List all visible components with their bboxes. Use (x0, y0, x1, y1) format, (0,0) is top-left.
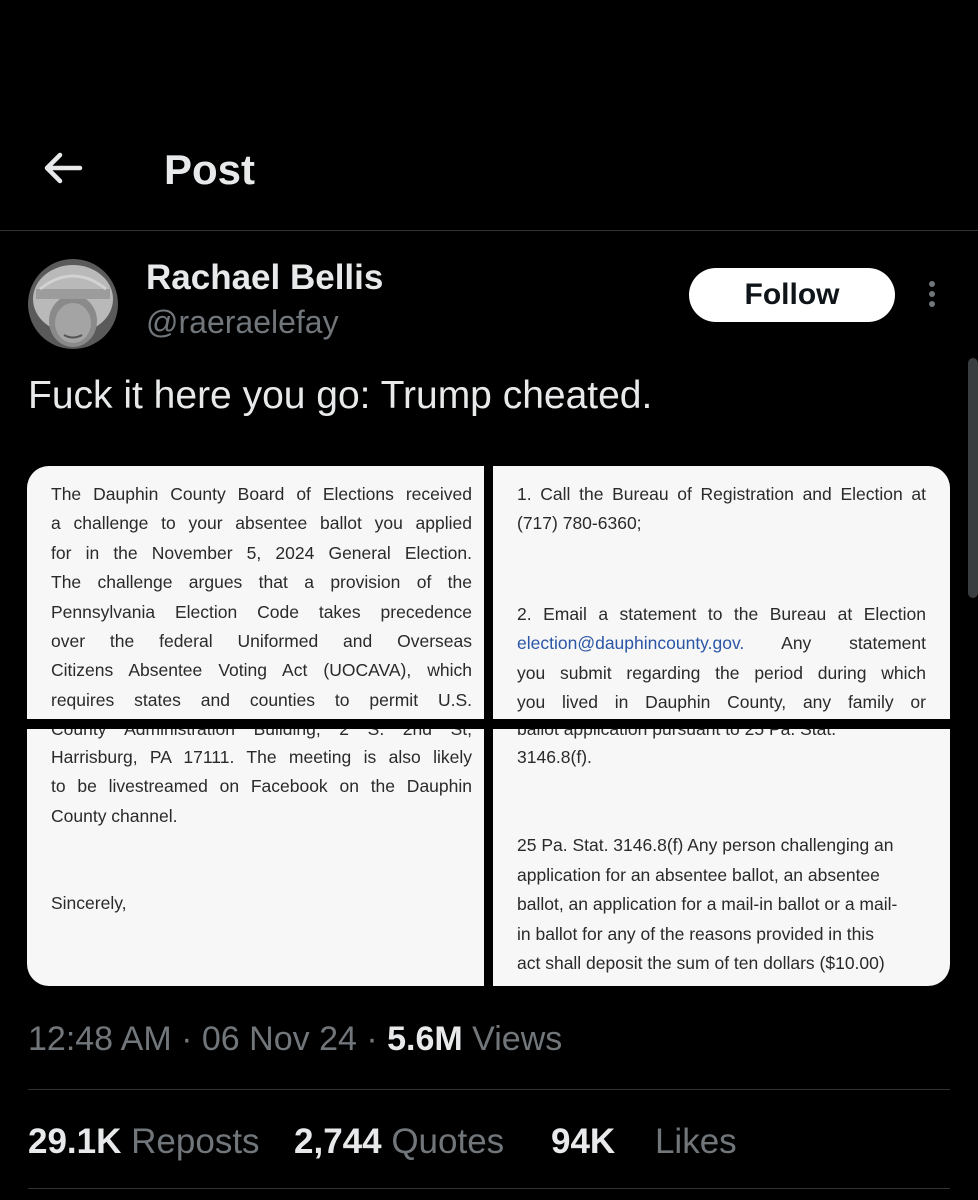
divider (28, 1089, 950, 1090)
document-line: act shall deposit the sum of ten dollars… (517, 953, 885, 974)
back-button[interactable] (40, 148, 88, 188)
quotes-stat[interactable]: 2,744 Quotes (294, 1122, 504, 1162)
avatar[interactable] (28, 259, 118, 349)
document-line: election@dauphincounty.gov. Any statemen… (517, 633, 926, 654)
email-link[interactable]: election@dauphincounty.gov. (517, 633, 744, 653)
document-line: 1. Call the Bureau of Registration and E… (517, 484, 926, 504)
more-vertical-icon (929, 281, 935, 307)
post-meta: 12:48 AM · 06 Nov 24 · 5.6M Views (28, 1020, 562, 1059)
reposts-count: 29.1K (28, 1122, 122, 1161)
document-line: ballot application pursuant to 25 Pa. St… (517, 729, 837, 739)
quotes-label: Quotes (391, 1122, 505, 1161)
document-line: ballot, an application for a mail-in bal… (517, 894, 898, 915)
post-text: Fuck it here you go: Trump cheated. (28, 374, 653, 417)
page-title: Post (164, 146, 256, 193)
document-line: 25 Pa. Stat. 3146.8(f) Any person challe… (517, 835, 894, 856)
document-line: over the federal Uniformed and Overseas (51, 631, 472, 652)
likes-label: Likes (654, 1122, 737, 1161)
media-image-3[interactable]: County Administration Building, 2 S. 2nd… (27, 729, 484, 986)
document-line: Sincerely, (51, 893, 127, 914)
document-line: you lived in Dauphin County, any family … (517, 692, 926, 713)
document-line: Harrisburg, PA 17111. The meeting is als… (51, 747, 472, 767)
reposts-stat[interactable]: 29.1K Reposts (28, 1122, 260, 1162)
top-bar: Post (0, 0, 978, 231)
document-line: County channel. (51, 805, 178, 826)
likes-count: 94K (551, 1122, 616, 1161)
separator: · (366, 1020, 378, 1058)
document-line: 2. Email a statement to the Bureau at El… (517, 603, 926, 624)
post-date[interactable]: 06 Nov 24 (202, 1020, 357, 1058)
document-line: 3146.8(f). (517, 747, 592, 767)
document-line: requires states and counties to permit U… (51, 689, 472, 710)
avatar-image (28, 259, 118, 349)
author-handle[interactable]: @raeraelefay (146, 304, 339, 341)
document-line: Pennsylvania Election Code takes precede… (51, 601, 472, 622)
likes-stat[interactable]: 94K Likes (551, 1122, 737, 1162)
divider (28, 1188, 950, 1189)
author-name[interactable]: Rachael Bellis (146, 258, 383, 298)
document-line: application for an absentee ballot, an a… (517, 864, 880, 885)
reposts-label: Reposts (131, 1122, 260, 1161)
views-count[interactable]: 5.6M (387, 1020, 463, 1058)
views-label[interactable]: Views (472, 1020, 562, 1058)
media-image-2[interactable]: 1. Call the Bureau of Registration and E… (493, 466, 950, 719)
more-options-button[interactable] (922, 278, 942, 314)
document-line: a challenge to your absentee ballot you … (51, 513, 472, 534)
media-image-4[interactable]: ballot application pursuant to 25 Pa. St… (493, 729, 950, 986)
document-line: to be livestreamed on Facebook on the Da… (51, 776, 472, 797)
document-line: Citizens Absentee Voting Act (UOCAVA), w… (51, 660, 472, 681)
media-image-1[interactable]: The Dauphin County Board of Elections re… (27, 466, 484, 719)
media-grid[interactable]: The Dauphin County Board of Elections re… (27, 466, 950, 986)
quotes-count: 2,744 (294, 1122, 382, 1161)
document-line: The Dauphin County Board of Elections re… (51, 484, 472, 504)
separator: · (181, 1020, 193, 1058)
document-line: in ballot for any of the reasons provide… (517, 923, 875, 944)
scrollbar[interactable] (968, 358, 978, 598)
follow-button[interactable]: Follow (689, 268, 895, 322)
arrow-left-icon (44, 152, 83, 184)
document-line: The challenge argues that a provision of… (51, 572, 472, 593)
document-line: County Administration Building, 2 S. 2nd… (51, 729, 472, 739)
document-line: you submit regarding the period during w… (517, 662, 926, 683)
document-line: (717) 780-6360; (517, 513, 642, 534)
post-time[interactable]: 12:48 AM (28, 1020, 172, 1058)
document-line: for in the November 5, 2024 General Elec… (51, 542, 472, 563)
